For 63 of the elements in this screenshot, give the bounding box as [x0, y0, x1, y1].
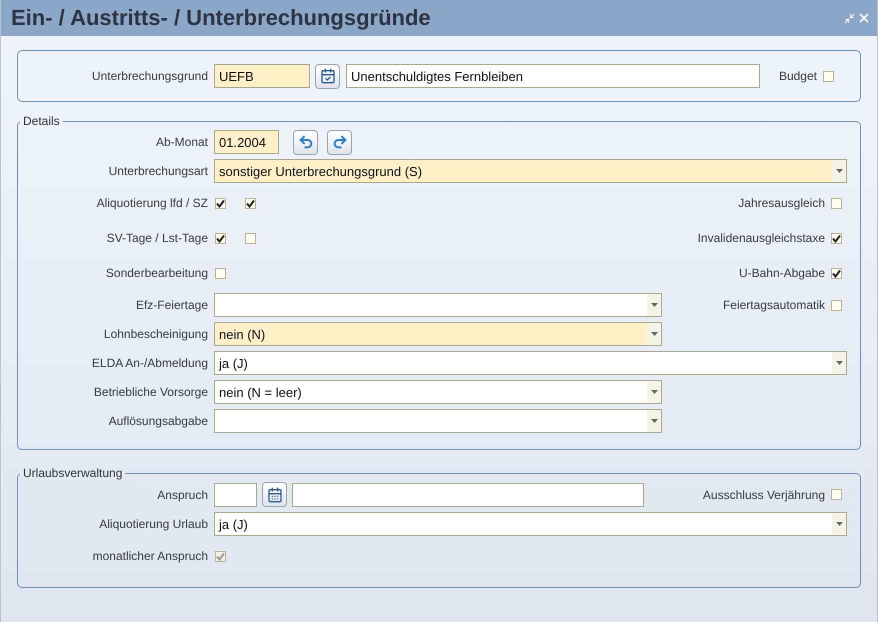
- caret-icon: [650, 419, 658, 423]
- caret-icon: [650, 332, 658, 336]
- dropdown[interactable]: nein (N): [214, 322, 662, 346]
- caret-icon: [836, 361, 842, 365]
- field-label: Aliquotierung Urlaub: [98, 517, 209, 531]
- field-label: U-Bahn-Abgabe: [738, 266, 825, 280]
- caret-icon: [650, 390, 658, 394]
- dropdown[interactable]: ja (J): [214, 351, 847, 375]
- checkbox[interactable]: [831, 300, 842, 310]
- checkbox[interactable]: [215, 198, 226, 208]
- calendar-button[interactable]: [262, 482, 287, 507]
- curved-right-arrow-icon: [332, 134, 348, 150]
- dropdown[interactable]: sonstiger Unterbrechungsgrund (S): [214, 159, 847, 183]
- field-label: Unterbrechungsart: [108, 164, 209, 178]
- minimize-icon[interactable]: [844, 12, 855, 24]
- checkbox[interactable]: [831, 232, 842, 244]
- field-label: ELDA An-/Abmeldung: [90, 356, 209, 370]
- field-label: Unterbrechungsgrund: [90, 69, 209, 83]
- field-label: Jahresausgleich: [738, 196, 825, 210]
- month-field[interactable]: 01.2004: [214, 130, 279, 154]
- field-label: Feiertagsautomatik: [722, 298, 825, 312]
- description-field[interactable]: Unentschuldigtes Fernbleiben: [346, 64, 760, 88]
- checkbox[interactable]: [831, 268, 842, 278]
- field-label: Efz-Feiertage: [134, 298, 209, 312]
- panel-legend: Urlaubsverwaltung: [20, 466, 126, 480]
- field-label: Anspruch: [156, 488, 209, 502]
- caret-icon: [836, 169, 842, 173]
- panel-legend: Details: [20, 114, 63, 128]
- field-label: Betriebliche Vorsorge: [92, 385, 209, 399]
- window-title: Ein- / Austritts- / Unterbrechungsgründe: [11, 5, 431, 31]
- checkbox[interactable]: [831, 198, 842, 208]
- input-field[interactable]: [214, 482, 257, 506]
- checkbox[interactable]: [245, 232, 256, 244]
- curved-left-arrow-icon: [298, 134, 314, 150]
- field-label: SV-Tage / Lst-Tage: [106, 231, 209, 245]
- checkbox[interactable]: [831, 489, 842, 500]
- field-label: Sonderbearbeitung: [104, 266, 209, 280]
- caret-icon: [650, 303, 658, 307]
- checkbox[interactable]: [215, 232, 226, 244]
- dropdown[interactable]: [214, 409, 662, 433]
- calendar-check-button[interactable]: [315, 64, 340, 88]
- dropdown[interactable]: nein (N = leer): [214, 380, 662, 404]
- field-label: Ausschluss Verjährung: [702, 488, 825, 502]
- field-label: Auflösungsabgabe: [108, 414, 209, 428]
- calendar-check-icon: [320, 68, 336, 84]
- close-icon[interactable]: [857, 11, 871, 25]
- code-field[interactable]: UEFB: [214, 64, 310, 88]
- field-label: Lohnbescheinigung: [102, 327, 209, 341]
- field-label: Invalidenausgleichstaxe: [698, 231, 825, 245]
- checkbox[interactable]: [823, 70, 834, 82]
- dropdown[interactable]: ja (J): [214, 512, 847, 536]
- dropdown[interactable]: [214, 293, 662, 317]
- next-button[interactable]: [327, 130, 352, 154]
- previous-button[interactable]: [293, 130, 318, 154]
- checkbox[interactable]: [245, 198, 256, 208]
- field-label: Ab-Monat: [154, 135, 209, 149]
- field-label: Budget: [778, 69, 817, 83]
- field-label: monatlicher Anspruch: [92, 549, 209, 563]
- calendar-icon: [266, 486, 282, 502]
- input-field[interactable]: [292, 482, 644, 506]
- field-label: Aliquotierung lfd / SZ: [96, 196, 209, 210]
- checkbox[interactable]: [215, 268, 226, 278]
- caret-icon: [836, 522, 842, 526]
